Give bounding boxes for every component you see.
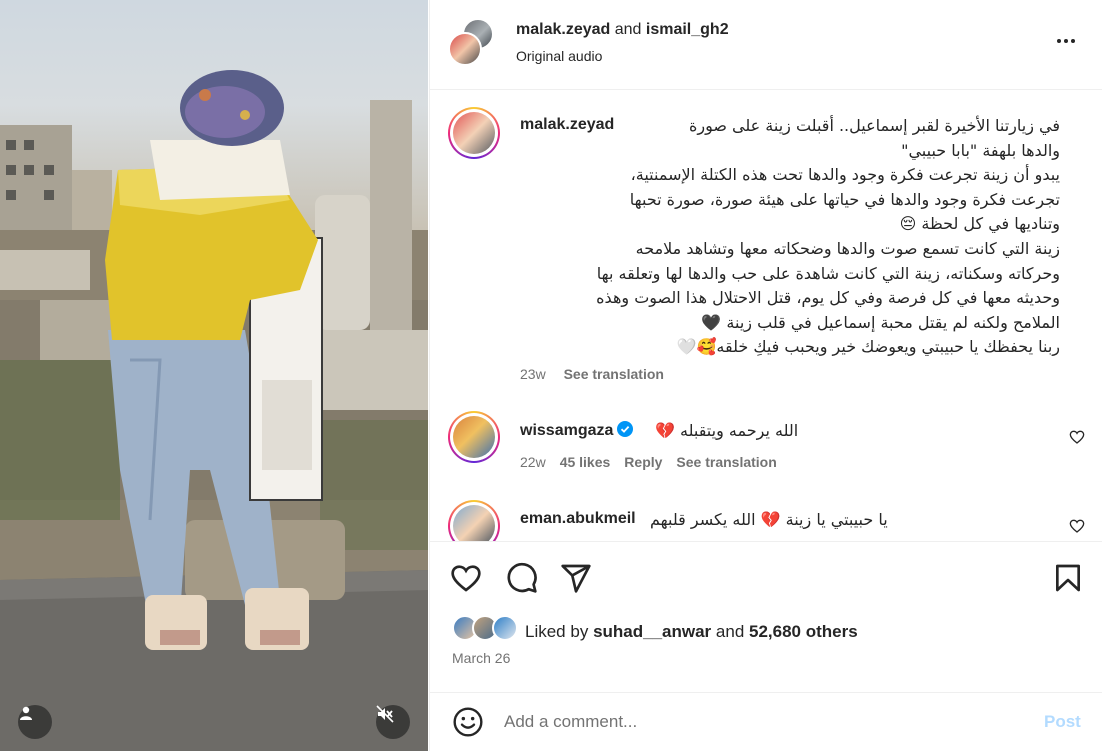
- comment-composer: Post: [430, 692, 1102, 751]
- speaker-muted-icon: [376, 705, 394, 723]
- collab-avatars[interactable]: [448, 18, 496, 66]
- comment-username[interactable]: eman.abukmeil: [520, 510, 636, 528]
- likes-count-link[interactable]: 52,680 others: [749, 622, 858, 641]
- mute-toggle-button[interactable]: [376, 705, 410, 739]
- comments-list[interactable]: في زيارتنا الأخيرة لقبر إسماعيل.. أقبلت …: [430, 91, 1102, 541]
- caption-meta: 23w See translation: [520, 366, 664, 382]
- avatar[interactable]: [448, 32, 482, 66]
- liked-by-text: Liked by suhad__anwar and 52,680 others: [525, 622, 858, 642]
- comment-username[interactable]: wissamgaza: [520, 421, 634, 440]
- heart-icon[interactable]: [450, 562, 482, 594]
- caption-username[interactable]: malak.zeyad: [520, 116, 614, 134]
- post-header: malak.zeyad and ismail_gh2 Original audi…: [430, 0, 1102, 90]
- comment-age: 22w: [520, 454, 546, 470]
- comment-text: الله يرحمه ويتقبله 💔: [655, 421, 799, 440]
- avatar[interactable]: [448, 500, 500, 541]
- post-media[interactable]: [0, 0, 428, 751]
- heart-icon[interactable]: [1069, 518, 1085, 534]
- caption-text: في زيارتنا الأخيرة لقبر إسماعيل.. أقبلت …: [516, 114, 1060, 360]
- avatar[interactable]: [492, 615, 518, 641]
- bookmark-icon[interactable]: [1052, 562, 1084, 594]
- comment-icon[interactable]: [506, 562, 538, 594]
- reply-button[interactable]: Reply: [624, 454, 662, 470]
- collaborator-link[interactable]: ismail_gh2: [646, 21, 729, 38]
- and-text: and: [715, 622, 745, 641]
- liked-by-prefix: Liked by: [525, 622, 589, 641]
- verified-badge-icon: [617, 421, 634, 437]
- comment-meta: 22w 45 likes Reply See translation: [520, 454, 791, 470]
- tagged-users-button[interactable]: [18, 705, 52, 739]
- person-icon: [20, 706, 32, 720]
- heart-icon[interactable]: [1069, 429, 1085, 445]
- comment-likes[interactable]: 45 likes: [560, 454, 611, 470]
- audio-label[interactable]: Original audio: [516, 48, 602, 64]
- more-options-icon[interactable]: [1052, 31, 1080, 51]
- liked-by-avatars[interactable]: [452, 615, 522, 641]
- post-details-panel: malak.zeyad and ismail_gh2 Original audi…: [429, 0, 1102, 751]
- post-photo: [0, 70, 428, 751]
- avatar[interactable]: [448, 107, 500, 159]
- see-translation-link[interactable]: See translation: [564, 366, 664, 382]
- author-link[interactable]: malak.zeyad: [516, 21, 610, 38]
- post-date[interactable]: March 26: [452, 650, 510, 666]
- see-translation-link[interactable]: See translation: [676, 454, 776, 470]
- post-actions: Liked by suhad__anwar and 52,680 others …: [430, 541, 1102, 701]
- share-icon[interactable]: [560, 562, 592, 594]
- and-text: and: [614, 21, 642, 38]
- avatar[interactable]: [448, 411, 500, 463]
- liked-by-user-link[interactable]: suhad__anwar: [593, 622, 711, 641]
- caption-body: في زيارتنا الأخيرة لقبر إسماعيل.. أقبلت …: [596, 116, 1060, 357]
- comment-input[interactable]: [504, 708, 1004, 736]
- post-authors: malak.zeyad and ismail_gh2: [516, 21, 729, 39]
- emoji-icon[interactable]: [452, 706, 484, 738]
- caption-age: 23w: [520, 366, 546, 382]
- comment-text: يا حبيبتي يا زينة 💔 الله يكسر قلبهم: [650, 510, 888, 529]
- post-button[interactable]: Post: [1044, 712, 1081, 732]
